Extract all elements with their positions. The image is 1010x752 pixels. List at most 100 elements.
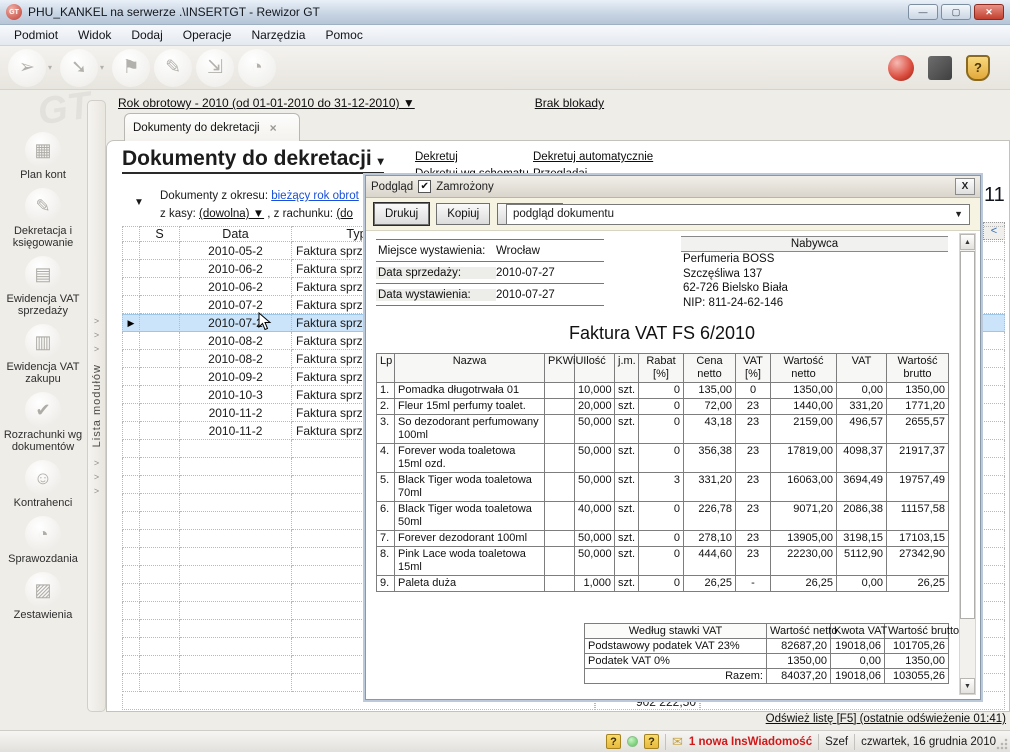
fiscal-year-link[interactable]: Rok obrotowy - 2010 (od 01-01-2010 do 31… [118,96,415,110]
cube-icon[interactable] [928,56,952,80]
vat-summary-row: Podstawowy podatek VAT 23%82687,2019018,… [585,639,949,654]
filter-caret-icon[interactable]: ▼ [134,197,144,208]
invoice-item-row: 5.Black Tiger woda toaletowa 70ml50,000s… [377,473,949,502]
app-logo-icon: GT [6,4,22,20]
invoice-item-row: 9.Paleta duża1,000szt.026,25-26,250,0026… [377,576,949,592]
lock-status-link[interactable]: Brak blokady [535,96,604,110]
cash-value-link[interactable]: (dowolna) ▼ [199,208,264,220]
view-selector-dropdown[interactable]: podgląd dokumentu ▼ [506,204,970,225]
refresh-list-link[interactable]: Odśwież listę [F5] (ostatnie odświeżenie… [766,713,1006,725]
tab-close-icon[interactable]: × [270,121,277,135]
cash-label: z kasy: [160,208,196,220]
vat-summary-header: Według stawki VATWartość nettoKwota VATW… [585,624,949,639]
page-title-caret-icon[interactable]: ▾ [378,154,384,168]
buyer-line: NIP: 811-24-62-146 [681,296,948,311]
scroll-thumb[interactable] [960,251,975,619]
zestawienia-icon: ▨ [25,572,61,608]
attach-decree-icon[interactable]: ✎ [154,49,192,87]
plan-kont-icon: ▦ [25,132,61,168]
col-s: S [140,226,180,242]
help-status-icon-2[interactable]: ? [644,734,659,749]
invoice-items-table: LpNazwaPKWiUIlośćj.m.Rabat [%]Cena netto… [376,353,949,592]
frozen-checkbox[interactable]: ✔ [418,180,431,193]
invoice-items-body: 1.Pomadka długotrwała 0110,000szt.0135,0… [377,383,949,592]
buyer-box: Nabywca Perfumeria BOSSSzczęśliwa 13762-… [681,236,948,310]
drukuj-button[interactable]: Drukuj [374,203,429,225]
preview-title-bar[interactable]: Podgląd ✔ Zamrożony X [366,176,980,198]
vat-summary-row: Podatek VAT 0%1350,000,001350,00 [585,654,949,669]
invoice-info-row: Miejsce wystawienia:Wrocław [376,240,604,262]
tab-dokumenty-do-dekretacji[interactable]: Dokumenty do dekretacji × [124,113,300,141]
sprawozdania-icon: ◔ [25,516,61,552]
preview-close-icon[interactable]: X [955,178,975,195]
account-value-link[interactable]: (do [336,208,353,220]
sidebar-item-plan-kont[interactable]: ▦Plan kont [0,132,86,181]
sidebar-item-kontrahenci[interactable]: ☺Kontrahenci [0,460,86,509]
vat-summary-row: Razem:84037,2019018,06103055,26 [585,669,949,684]
menu-item-widok[interactable]: Widok [68,25,121,45]
insert-sphere-icon[interactable] [888,55,914,81]
frozen-label: Zamrożony [436,181,494,193]
link-dekretuj[interactable]: Dekretuj [415,151,533,168]
kopiuj-button[interactable]: Kopiuj [436,203,490,225]
scroll-up-icon[interactable]: ▲ [960,234,975,250]
decree-arrow-icon[interactable]: ➢ [8,49,46,87]
invoice-info-row: Data sprzedaży:2010-07-27 [376,262,604,284]
menu-item-operacje[interactable]: Operacje [173,25,242,45]
send-arrow-icon[interactable]: ➘ [60,49,98,87]
scroll-down-icon[interactable]: ▼ [960,678,975,694]
vat-summary-table: Według stawki VATWartość nettoKwota VATW… [584,623,949,684]
insmessage-link[interactable]: 1 nowa InsWiadomość [689,736,812,748]
mouse-cursor [258,312,272,332]
invoice-item-row: 6.Black Tiger woda toaletowa 50ml40,000s… [377,502,949,531]
send-arrow-icon-dropdown[interactable]: ▾ [100,63,104,72]
minimize-button[interactable]: — [908,4,938,20]
menu-item-dodaj[interactable]: Dodaj [121,25,172,45]
invoice-item-row: 1.Pomadka długotrwała 0110,000szt.0135,0… [377,383,949,399]
sidebar-item-rozrachunki-wg-dokumentów[interactable]: ✔Rozrachunki wg dokumentów [0,392,86,453]
buyer-line: 62-726 Bielsko Biała [681,281,948,296]
help-shield-icon[interactable]: ? [966,55,990,81]
close-button[interactable]: ✕ [974,4,1004,20]
help-status-icon[interactable]: ? [606,734,621,749]
link-dekretuj-automatycznie[interactable]: Dekretuj automatycznie [533,151,653,168]
sidebar-item-dekretacja-i-księgowanie[interactable]: ✎Dekretacja i księgowanie [0,188,86,249]
page-title: Dokumenty do dekretacji ▾ [122,147,384,174]
module-list-strip[interactable]: >>> Lista modułów >>> [87,100,106,712]
invoice-title: Faktura VAT FS 6/2010 [376,323,948,344]
account-label: , z rachunku: [267,208,333,220]
toolbar-left-icons: ➢▾➘▾⚑✎⇲◔ [8,49,280,87]
maximize-button[interactable]: ▢ [941,4,971,20]
period-value-link[interactable]: bieżący rok obrot [271,190,359,202]
flag-pin-icon[interactable]: ⚑ [112,49,150,87]
sidebar-item-sprawozdania[interactable]: ◔Sprawozdania [0,516,86,565]
vat-sprzedazy-icon: ▤ [25,256,61,292]
preview-scrollbar[interactable]: ▲ ▼ [959,233,976,695]
stamp-icon[interactable]: ◔ [238,49,276,87]
invoice-item-row: 7.Forever dezodorant 100ml50,000szt.0278… [377,531,949,547]
invoice-item-row: 3.So dezodorant perfumowany 100ml50,000s… [377,415,949,444]
gt-watermark: GT [35,85,93,135]
rozrachunki-icon: ✔ [25,392,61,428]
buyer-line: Szczęśliwa 137 [681,267,948,282]
status-date: czwartek, 16 grudnia 2010 [861,736,996,748]
sidebar-item-ewidencja-vat-zakupu[interactable]: ▥Ewidencja VAT zakupu [0,324,86,385]
decree-arrow-icon-dropdown[interactable]: ▾ [48,63,52,72]
sidebar-item-ewidencja-vat-sprzedaży[interactable]: ▤Ewidencja VAT sprzedaży [0,256,86,317]
vat-zakupu-icon: ▥ [25,324,61,360]
menu-item-podmiot[interactable]: Podmiot [4,25,68,45]
menu-bar: PodmiotWidokDodajOperacjeNarzędziaPomoc [0,25,1010,46]
module-list-label: Lista modułów [91,364,103,447]
menu-item-narzędzia[interactable]: Narzędzia [241,25,315,45]
row-count-fragment: 11 [984,184,1005,207]
dropdown-arrow-icon: ▼ [954,209,963,219]
invoice-items-header: LpNazwaPKWiUIlośćj.m.Rabat [%]Cena netto… [377,354,949,383]
period-label: Dokumenty z okresu: [160,190,268,202]
auto-decree-icon[interactable]: ⇲ [196,49,234,87]
buyer-line: Perfumeria BOSS [681,252,948,267]
sidebar-item-zestawienia[interactable]: ▨Zestawienia [0,572,86,621]
menu-item-pomoc[interactable]: Pomoc [315,25,372,45]
resize-grip[interactable] [996,738,1008,750]
window-title: PHU_KANKEL na serwerze .\INSERTGT - Rewi… [28,5,320,19]
mail-icon: ✉ [672,734,683,750]
